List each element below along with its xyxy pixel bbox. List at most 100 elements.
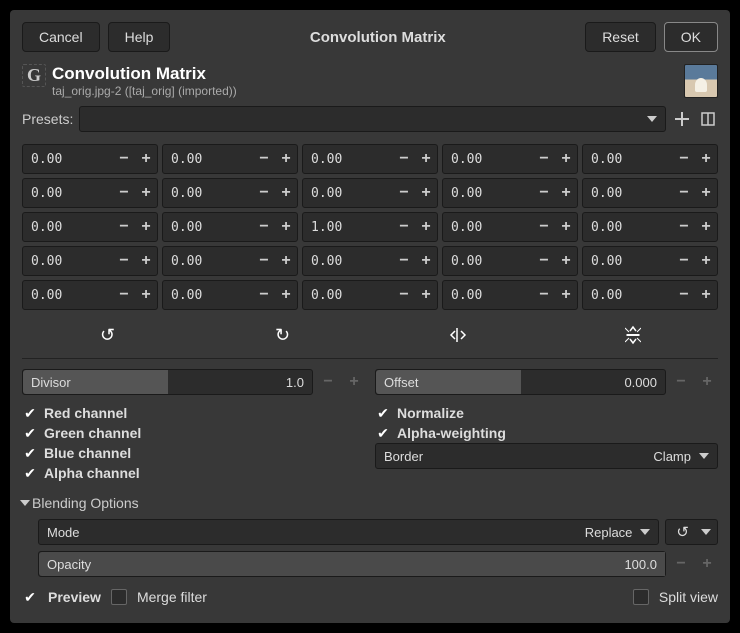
- spin-plus-button[interactable]: +: [555, 145, 577, 173]
- spin-minus-button[interactable]: −: [533, 179, 555, 207]
- flip-vertical-button[interactable]: [547, 322, 718, 348]
- image-thumbnail[interactable]: [684, 64, 718, 98]
- matrix-cell-3-0[interactable]: 0.00−+: [22, 246, 158, 276]
- matrix-cell-2-1[interactable]: 0.00−+: [162, 212, 298, 242]
- divisor-slider[interactable]: Divisor 1.0: [22, 369, 313, 395]
- matrix-cell-0-4[interactable]: 0.00−+: [582, 144, 718, 174]
- spin-plus-button[interactable]: +: [695, 281, 717, 309]
- matrix-cell-2-0[interactable]: 0.00−+: [22, 212, 158, 242]
- spin-minus-button[interactable]: −: [253, 281, 275, 309]
- spin-plus-button[interactable]: +: [415, 247, 437, 275]
- add-preset-button[interactable]: [672, 109, 692, 129]
- red-channel-checkbox[interactable]: ✔: [22, 405, 38, 421]
- blue-channel-checkbox[interactable]: ✔: [22, 445, 38, 461]
- spin-minus-button[interactable]: −: [253, 213, 275, 241]
- spin-minus-button[interactable]: −: [113, 247, 135, 275]
- spin-plus-button[interactable]: +: [135, 247, 157, 275]
- spin-minus-button[interactable]: −: [673, 213, 695, 241]
- spin-minus-button[interactable]: −: [393, 145, 415, 173]
- matrix-cell-3-3[interactable]: 0.00−+: [442, 246, 578, 276]
- spin-plus-button[interactable]: +: [695, 145, 717, 173]
- matrix-cell-4-0[interactable]: 0.00−+: [22, 280, 158, 310]
- divisor-minus-button[interactable]: −: [317, 369, 339, 395]
- spin-plus-button[interactable]: +: [695, 213, 717, 241]
- spin-minus-button[interactable]: −: [113, 145, 135, 173]
- ok-button[interactable]: OK: [664, 22, 718, 52]
- spin-minus-button[interactable]: −: [673, 281, 695, 309]
- spin-minus-button[interactable]: −: [393, 213, 415, 241]
- spin-plus-button[interactable]: +: [555, 179, 577, 207]
- spin-plus-button[interactable]: +: [135, 281, 157, 309]
- spin-minus-button[interactable]: −: [393, 179, 415, 207]
- spin-minus-button[interactable]: −: [393, 281, 415, 309]
- matrix-cell-4-1[interactable]: 0.00−+: [162, 280, 298, 310]
- spin-plus-button[interactable]: +: [415, 145, 437, 173]
- spin-plus-button[interactable]: +: [415, 281, 437, 309]
- matrix-cell-0-0[interactable]: 0.00−+: [22, 144, 158, 174]
- presets-combo[interactable]: [79, 106, 666, 132]
- spin-plus-button[interactable]: +: [135, 213, 157, 241]
- mode-reset-button[interactable]: ↺: [665, 519, 718, 545]
- spin-plus-button[interactable]: +: [555, 213, 577, 241]
- spin-plus-button[interactable]: +: [415, 213, 437, 241]
- spin-plus-button[interactable]: +: [555, 281, 577, 309]
- matrix-cell-3-2[interactable]: 0.00−+: [302, 246, 438, 276]
- mode-select[interactable]: Mode Replace: [38, 519, 659, 545]
- spin-minus-button[interactable]: −: [113, 281, 135, 309]
- spin-minus-button[interactable]: −: [533, 145, 555, 173]
- matrix-cell-1-1[interactable]: 0.00−+: [162, 178, 298, 208]
- spin-plus-button[interactable]: +: [135, 179, 157, 207]
- matrix-cell-0-3[interactable]: 0.00−+: [442, 144, 578, 174]
- spin-plus-button[interactable]: +: [275, 179, 297, 207]
- matrix-cell-1-2[interactable]: 0.00−+: [302, 178, 438, 208]
- spin-plus-button[interactable]: +: [695, 247, 717, 275]
- spin-minus-button[interactable]: −: [113, 179, 135, 207]
- matrix-cell-1-4[interactable]: 0.00−+: [582, 178, 718, 208]
- rotate-right-button[interactable]: ↻: [197, 322, 368, 348]
- matrix-cell-0-2[interactable]: 0.00−+: [302, 144, 438, 174]
- matrix-cell-4-2[interactable]: 0.00−+: [302, 280, 438, 310]
- spin-minus-button[interactable]: −: [253, 247, 275, 275]
- matrix-cell-1-3[interactable]: 0.00−+: [442, 178, 578, 208]
- spin-plus-button[interactable]: +: [135, 145, 157, 173]
- opacity-plus-button[interactable]: +: [696, 551, 718, 577]
- alpha-channel-checkbox[interactable]: ✔: [22, 465, 38, 481]
- opacity-slider[interactable]: Opacity 100.0: [38, 551, 666, 577]
- matrix-cell-2-4[interactable]: 0.00−+: [582, 212, 718, 242]
- spin-plus-button[interactable]: +: [275, 281, 297, 309]
- spin-minus-button[interactable]: −: [673, 247, 695, 275]
- spin-minus-button[interactable]: −: [673, 145, 695, 173]
- offset-slider[interactable]: Offset 0.000: [375, 369, 666, 395]
- divisor-plus-button[interactable]: +: [343, 369, 365, 395]
- preview-checkbox[interactable]: ✔: [22, 589, 38, 605]
- green-channel-checkbox[interactable]: ✔: [22, 425, 38, 441]
- spin-minus-button[interactable]: −: [533, 213, 555, 241]
- spin-plus-button[interactable]: +: [275, 247, 297, 275]
- cancel-button[interactable]: Cancel: [22, 22, 100, 52]
- spin-plus-button[interactable]: +: [275, 213, 297, 241]
- spin-minus-button[interactable]: −: [253, 145, 275, 173]
- matrix-cell-2-2[interactable]: 1.00−+: [302, 212, 438, 242]
- matrix-cell-3-4[interactable]: 0.00−+: [582, 246, 718, 276]
- opacity-minus-button[interactable]: −: [670, 551, 692, 577]
- spin-plus-button[interactable]: +: [695, 179, 717, 207]
- spin-minus-button[interactable]: −: [393, 247, 415, 275]
- matrix-cell-2-3[interactable]: 0.00−+: [442, 212, 578, 242]
- normalize-checkbox[interactable]: ✔: [375, 405, 391, 421]
- spin-minus-button[interactable]: −: [673, 179, 695, 207]
- blending-options-header[interactable]: Blending Options: [22, 495, 718, 511]
- help-button[interactable]: Help: [108, 22, 171, 52]
- matrix-cell-1-0[interactable]: 0.00−+: [22, 178, 158, 208]
- matrix-cell-4-4[interactable]: 0.00−+: [582, 280, 718, 310]
- flip-horizontal-button[interactable]: [372, 322, 543, 348]
- spin-plus-button[interactable]: +: [415, 179, 437, 207]
- matrix-cell-3-1[interactable]: 0.00−+: [162, 246, 298, 276]
- spin-minus-button[interactable]: −: [533, 247, 555, 275]
- spin-plus-button[interactable]: +: [275, 145, 297, 173]
- reset-button[interactable]: Reset: [585, 22, 656, 52]
- matrix-cell-4-3[interactable]: 0.00−+: [442, 280, 578, 310]
- merge-filter-checkbox[interactable]: [111, 589, 127, 605]
- rotate-left-button[interactable]: ↺: [22, 322, 193, 348]
- split-view-checkbox[interactable]: [633, 589, 649, 605]
- offset-minus-button[interactable]: −: [670, 369, 692, 395]
